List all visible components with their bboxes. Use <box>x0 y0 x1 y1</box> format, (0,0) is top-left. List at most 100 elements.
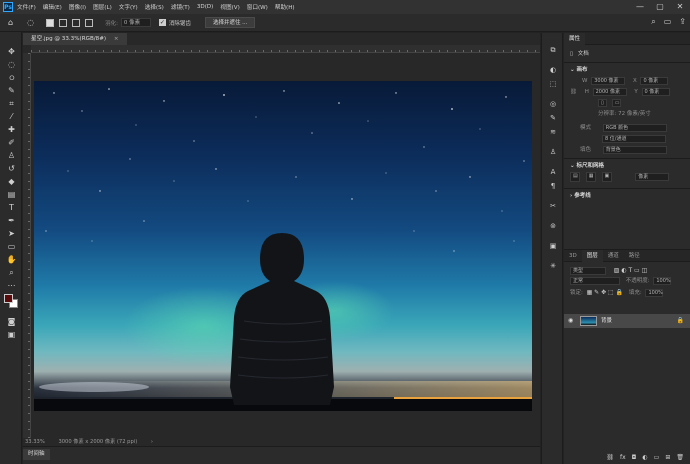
zoom-tool-icon[interactable]: ⌕ <box>6 267 17 278</box>
menu-filter[interactable]: 滤镜(T) <box>171 3 190 11</box>
home-icon[interactable]: ⌂ <box>8 18 13 27</box>
eraser-tool-icon[interactable]: ◆ <box>6 176 17 187</box>
search-icon[interactable]: ⌕ <box>651 17 655 27</box>
minimize-button[interactable]: — <box>630 0 650 14</box>
tab-3d[interactable]: 3D <box>564 250 582 262</box>
timeline-tab[interactable]: 时间轴 <box>23 449 50 460</box>
layer-comps-icon[interactable]: ▣ <box>548 241 558 251</box>
brush-settings-icon[interactable]: ≋ <box>548 127 558 137</box>
marquee-tool-icon[interactable]: ◌ <box>6 59 17 70</box>
gradient-tool-icon[interactable]: ▤ <box>6 189 17 200</box>
tab-paths[interactable]: 路径 <box>624 250 645 262</box>
plugins-icon[interactable]: ✳ <box>548 261 558 271</box>
menu-image[interactable]: 图像(I) <box>69 3 86 11</box>
photoshop-logo[interactable]: Ps <box>3 2 13 12</box>
mode-select[interactable]: RGB 颜色 <box>602 123 667 132</box>
rulers-section-header[interactable]: ⌄ 标尺和网格 <box>564 161 690 172</box>
adjustments-icon[interactable]: ◎ <box>548 99 558 109</box>
intersect-selection-icon[interactable] <box>85 18 94 27</box>
zoom-level[interactable]: 33.33% <box>25 439 45 445</box>
path-select-icon[interactable]: ➤ <box>6 228 17 239</box>
bit-depth-select[interactable]: 8 位/通道 <box>602 134 666 143</box>
healing-tool-icon[interactable]: ✚ <box>6 124 17 135</box>
clone-source-icon[interactable]: ♙ <box>548 147 558 157</box>
tools-settings-icon[interactable]: ✂ <box>548 201 558 211</box>
character-icon[interactable]: A <box>548 167 558 177</box>
pen-tool-icon[interactable]: ✒ <box>6 215 17 226</box>
status-arrow-icon[interactable]: › <box>151 439 153 445</box>
screen-mode-icon[interactable]: ▣ <box>6 329 17 340</box>
opacity-field[interactable]: 100% <box>653 276 672 285</box>
color-icon[interactable]: ◐ <box>548 65 558 75</box>
subtract-selection-icon[interactable] <box>72 18 81 27</box>
new-group-icon[interactable]: ▭ <box>654 454 660 461</box>
menu-edit[interactable]: 编辑(E) <box>43 3 62 11</box>
tab-layers[interactable]: 图层 <box>581 249 603 262</box>
guides-section-header[interactable]: › 参考线 <box>564 191 690 202</box>
lasso-tool-icon[interactable]: ഠ <box>6 72 17 83</box>
crop-tool-icon[interactable]: ⌗ <box>6 98 17 109</box>
share-icon[interactable]: ⇪ <box>679 17 686 27</box>
adjustment-layer-icon[interactable]: ◐ <box>642 454 647 461</box>
close-tab-icon[interactable]: × <box>114 36 119 42</box>
menu-file[interactable]: 文件(F) <box>17 3 36 11</box>
foreground-color-swatch[interactable] <box>4 294 13 303</box>
tab-properties[interactable]: 属性 <box>564 32 586 45</box>
menu-select[interactable]: 选择(S) <box>145 3 164 11</box>
stamp-tool-icon[interactable]: ♙ <box>6 150 17 161</box>
ruler-toggle-icon[interactable]: ▤ <box>570 172 580 182</box>
maximize-button[interactable]: ▢ <box>650 0 670 14</box>
horizontal-ruler[interactable] <box>31 45 540 53</box>
layer-kind-select[interactable]: 类型 <box>570 266 606 275</box>
antialias-checkbox[interactable]: ✓ <box>158 19 166 26</box>
eyedropper-tool-icon[interactable]: ⁄ <box>6 111 17 122</box>
menu-help[interactable]: 帮助(H) <box>275 3 295 11</box>
y-field[interactable]: 0 像素 <box>641 87 670 96</box>
quick-mask-icon[interactable]: ◙ <box>6 316 17 327</box>
canvas-section-header[interactable]: ⌄ 画布 <box>564 65 690 76</box>
paragraph-icon[interactable]: ¶ <box>548 181 558 191</box>
grid-toggle-icon[interactable]: ▦ <box>585 172 596 182</box>
width-field[interactable]: 3000 像素 <box>591 76 626 85</box>
menu-type[interactable]: 文字(Y) <box>119 3 138 11</box>
lasso-tool-preset-icon[interactable]: ◌ <box>27 18 34 27</box>
portrait-icon[interactable]: ▯ <box>598 98 607 107</box>
hand-tool-icon[interactable]: ✋ <box>6 254 17 265</box>
select-and-mask-button[interactable]: 选择并遮住 ... <box>204 17 256 28</box>
tab-channels[interactable]: 通道 <box>603 250 624 262</box>
trash-icon[interactable]: 🗑 <box>676 454 684 461</box>
history-icon[interactable]: ⧉ <box>548 45 558 55</box>
menu-view[interactable]: 视图(V) <box>220 3 239 11</box>
menu-layer[interactable]: 图层(L) <box>93 3 112 11</box>
document-tab[interactable]: 星空.jpg @ 33.3%(RGB/8#) × <box>23 33 127 45</box>
new-layer-icon[interactable]: ⊞ <box>665 454 670 461</box>
close-button[interactable]: ✕ <box>670 0 690 14</box>
x-field[interactable]: 0 像素 <box>640 76 669 85</box>
link-icon[interactable]: ⛓ <box>570 89 577 95</box>
add-mask-icon[interactable]: ◘ <box>632 454 637 461</box>
brush-tool-icon[interactable]: ✐ <box>6 137 17 148</box>
add-selection-icon[interactable] <box>59 18 68 27</box>
type-tool-icon[interactable]: T <box>6 202 17 213</box>
height-field[interactable]: 2000 像素 <box>592 87 627 96</box>
ruler-unit-select[interactable]: 像素 <box>635 173 670 181</box>
filter-icons[interactable]: ▨ ◐ T ▭ ◫ <box>614 267 648 274</box>
eye-icon[interactable]: ◉ <box>568 314 573 328</box>
guides-toggle-icon[interactable]: ▣ <box>601 172 612 182</box>
workspace-icon[interactable]: ▭ <box>664 17 672 27</box>
quick-select-tool-icon[interactable]: ✎ <box>6 85 17 96</box>
move-tool-icon[interactable]: ✥ <box>6 46 17 57</box>
navigator-icon[interactable]: ⊚ <box>548 221 558 231</box>
fx-icon[interactable]: fx <box>620 454 626 461</box>
lock-icons[interactable]: ▦ ✎ ✥ ⬚ 🔒 <box>587 289 624 296</box>
fill-select[interactable]: 背景色 <box>602 145 667 154</box>
link-layers-icon[interactable]: ⛓ <box>606 454 614 461</box>
blend-mode-select[interactable]: 正常 <box>570 276 620 285</box>
lock-icon[interactable]: 🔒 <box>677 314 684 328</box>
swatches-icon[interactable]: ⬚ <box>548 79 558 89</box>
more-tools-icon[interactable]: ⋯ <box>6 280 17 291</box>
history-brush-icon[interactable]: ↺ <box>6 163 17 174</box>
fill-field[interactable]: 100% <box>645 288 664 297</box>
image-canvas[interactable] <box>34 81 532 411</box>
landscape-icon[interactable]: ▭ <box>611 98 621 107</box>
